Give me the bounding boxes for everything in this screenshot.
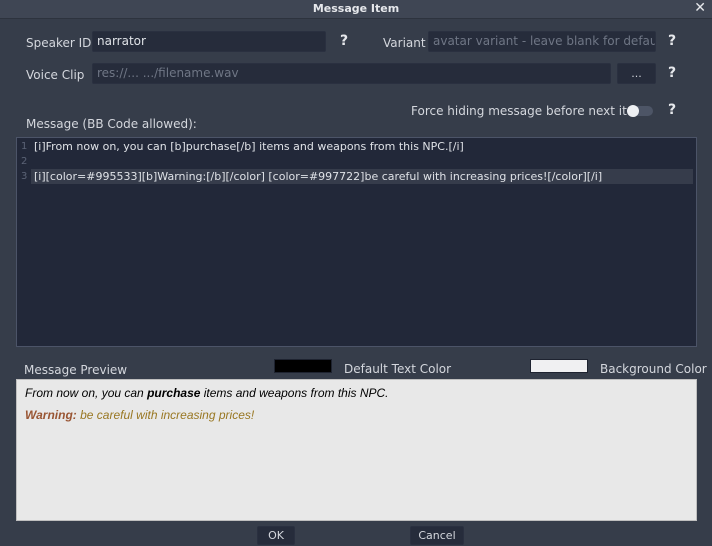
message-preview: From now on, you can purchase items and … <box>16 379 697 521</box>
voice-clip-input[interactable]: res://... .../filename.wav <box>92 63 611 84</box>
preview-label: Message Preview <box>24 363 128 377</box>
line-text: [i]From now on, you can [b]purchase[/b] … <box>34 140 464 153</box>
default-text-color-label: Default Text Color <box>344 362 452 376</box>
line-number: 1 <box>21 141 28 152</box>
message-code-editor[interactable]: 1 [i]From now on, you can [b]purchase[/b… <box>16 137 697 347</box>
editor-line-current: [i][color=#995533][b]Warning:[/b][/color… <box>31 169 693 184</box>
force-hide-toggle[interactable] <box>627 105 653 117</box>
line-text: [i][color=#995533][b]Warning:[/b][/color… <box>34 170 603 183</box>
window-title: Message Item <box>312 2 400 15</box>
message-label: Message (BB Code allowed): <box>26 117 197 131</box>
voice-clip-help-icon[interactable]: ? <box>668 65 676 81</box>
variant-input[interactable]: avatar variant - leave blank for default <box>428 31 656 52</box>
default-text-color-swatch[interactable] <box>274 359 332 373</box>
close-icon[interactable]: ✕ <box>694 0 706 16</box>
preview-text: items and weapons from this NPC. <box>200 386 389 400</box>
preview-bold-text: purchase <box>147 386 201 400</box>
voice-clip-label: Voice Clip <box>26 68 85 82</box>
line-number: 3 <box>21 171 28 182</box>
preview-colored-text: be careful with increasing prices! <box>76 408 255 422</box>
ok-button[interactable]: OK <box>257 526 295 545</box>
speaker-id-label: Speaker ID <box>26 36 92 50</box>
background-color-swatch[interactable] <box>530 359 588 373</box>
preview-warning-text: Warning: <box>25 408 77 422</box>
variant-label: Variant <box>383 36 426 50</box>
editor-line: 2 <box>17 154 696 169</box>
speaker-id-help-icon[interactable]: ? <box>340 33 348 49</box>
editor-line: 1 [i]From now on, you can [b]purchase[/b… <box>17 139 696 154</box>
speaker-id-input[interactable]: narrator <box>92 31 326 52</box>
line-number: 2 <box>21 156 28 167</box>
force-hide-label: Force hiding message before next item <box>411 104 646 118</box>
force-hide-help-icon[interactable]: ? <box>668 102 676 118</box>
background-color-label: Background Color <box>600 362 707 376</box>
browse-button[interactable]: ... <box>617 63 656 84</box>
cancel-button[interactable]: Cancel <box>410 526 464 545</box>
title-bar: Message Item ✕ <box>0 0 712 19</box>
preview-line-1: From now on, you can purchase items and … <box>25 386 389 400</box>
toggle-knob <box>627 105 639 117</box>
variant-help-icon[interactable]: ? <box>668 33 676 49</box>
preview-line-2: Warning: be careful with increasing pric… <box>25 408 254 422</box>
preview-text: From now on, you can <box>25 386 148 400</box>
